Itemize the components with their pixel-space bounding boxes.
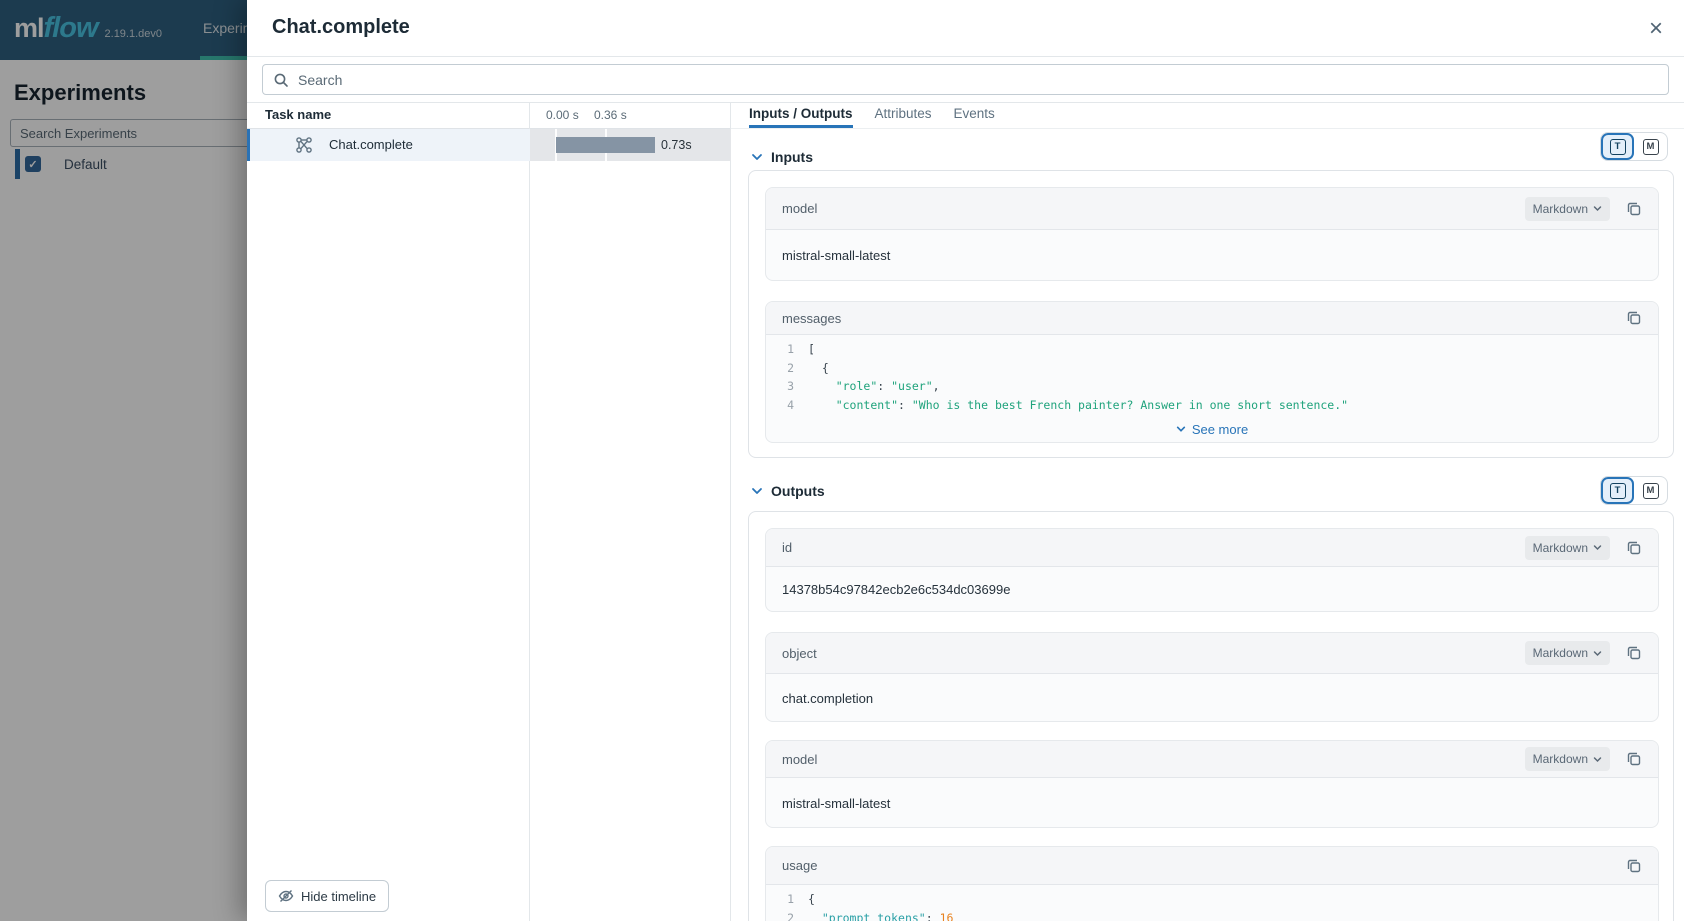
output-field-object: object Markdown chat.completion xyxy=(765,632,1659,722)
hide-timeline-button[interactable]: Hide timeline xyxy=(265,880,389,912)
close-icon[interactable]: × xyxy=(1640,13,1672,45)
task-list-panel: Task name Chat.complete Hide timeline xyxy=(247,103,530,921)
inputs-group: model Markdown mistral-small-latest mess… xyxy=(748,170,1674,458)
renderer-dropdown[interactable]: Markdown xyxy=(1525,641,1610,665)
copy-icon[interactable] xyxy=(1626,201,1642,217)
code-line: 2 "prompt_tokens": 16 xyxy=(766,909,1658,921)
input-field-messages: messages 1[2 {3 "role": "user",4 "conten… xyxy=(765,301,1659,443)
modal-search-box[interactable] xyxy=(262,64,1669,95)
field-label: object xyxy=(782,646,1525,661)
modal-search-row xyxy=(247,57,1684,103)
field-label: model xyxy=(782,752,1525,767)
copy-icon[interactable] xyxy=(1626,645,1642,661)
code-line: 4 "content": "Who is the best French pai… xyxy=(766,396,1658,415)
field-header: id Markdown xyxy=(766,529,1658,567)
search-icon xyxy=(273,72,289,88)
chevron-down-icon xyxy=(1593,204,1602,213)
renderer-dropdown-label: Markdown xyxy=(1533,646,1588,660)
code-line: 3 "role": "user", xyxy=(766,377,1658,396)
tab-attributes[interactable]: Attributes xyxy=(875,103,932,128)
outputs-section-heading: Outputs xyxy=(731,476,1331,506)
field-header: usage xyxy=(766,847,1658,885)
markdown-mode-icon[interactable]: M xyxy=(1634,133,1667,160)
see-more-link[interactable]: See more xyxy=(766,416,1658,442)
field-header: model Markdown xyxy=(766,188,1658,230)
field-value: mistral-small-latest xyxy=(766,778,1658,828)
timeline-panel: 0.00 s 0.36 s 0.73s xyxy=(530,103,731,921)
field-label: messages xyxy=(782,311,1610,326)
chevron-down-icon xyxy=(1176,424,1186,434)
field-header: messages xyxy=(766,302,1658,335)
copy-icon[interactable] xyxy=(1626,858,1642,874)
output-field-usage: usage 1{2 "prompt_tokens": 16 xyxy=(765,846,1659,921)
trace-graph-icon xyxy=(295,136,313,154)
eye-slash-icon xyxy=(278,888,294,904)
output-field-id: id Markdown 14378b54c97842ecb2e6c534dc03… xyxy=(765,528,1659,612)
input-field-model: model Markdown mistral-small-latest xyxy=(765,187,1659,281)
inputs-render-mode-toggle: T M xyxy=(1600,132,1668,161)
inputs-section-heading: Inputs xyxy=(731,142,1331,172)
details-content: Inputs T M model Markdown xyxy=(731,129,1684,921)
span-duration-label: 0.73s xyxy=(661,129,692,161)
task-name-column-header: Task name xyxy=(247,103,529,127)
field-value: chat.completion xyxy=(766,674,1658,722)
span-duration-bar[interactable] xyxy=(556,137,655,153)
field-value: mistral-small-latest xyxy=(766,230,1658,281)
messages-code-block: 1[2 {3 "role": "user",4 "content": "Who … xyxy=(766,335,1658,416)
chevron-down-icon[interactable] xyxy=(751,151,763,163)
tab-inputs-outputs[interactable]: Inputs / Outputs xyxy=(749,103,853,128)
modal-title: Chat.complete xyxy=(272,16,410,39)
task-row-label: Chat.complete xyxy=(329,129,413,161)
code-line: 1[ xyxy=(766,340,1658,359)
task-row-chat-complete[interactable]: Chat.complete xyxy=(247,129,530,161)
field-label: id xyxy=(782,540,1525,555)
code-line: 2 { xyxy=(766,359,1658,378)
chevron-down-icon xyxy=(1593,543,1602,552)
renderer-dropdown[interactable]: Markdown xyxy=(1525,747,1610,771)
copy-icon[interactable] xyxy=(1626,310,1642,326)
see-more-label: See more xyxy=(1192,422,1248,437)
trace-detail-modal: Chat.complete × Task name Chat.complete xyxy=(247,0,1684,921)
inputs-section-title: Inputs xyxy=(771,149,813,165)
span-details-panel: Inputs / Outputs Attributes Events Input… xyxy=(731,103,1684,921)
field-label: model xyxy=(782,201,1525,216)
field-label: usage xyxy=(782,858,1610,873)
output-field-model: model Markdown mistral-small-latest xyxy=(765,740,1659,828)
chevron-down-icon[interactable] xyxy=(751,485,763,497)
chevron-down-icon xyxy=(1593,649,1602,658)
active-tab-underline xyxy=(749,125,853,128)
renderer-dropdown-label: Markdown xyxy=(1533,202,1588,216)
tab-events[interactable]: Events xyxy=(954,103,995,128)
field-value: 14378b54c97842ecb2e6c534dc03699e xyxy=(766,567,1658,612)
markdown-mode-icon[interactable]: M xyxy=(1634,477,1667,504)
timeline-tick-1: 0.36 s xyxy=(594,108,627,122)
renderer-dropdown-label: Markdown xyxy=(1533,541,1588,555)
renderer-dropdown-label: Markdown xyxy=(1533,752,1588,766)
usage-code-block: 1{2 "prompt_tokens": 16 xyxy=(766,885,1658,921)
outputs-group: id Markdown 14378b54c97842ecb2e6c534dc03… xyxy=(748,511,1674,921)
task-list-header: Task name xyxy=(247,103,529,129)
timeline-row: 0.73s xyxy=(530,129,731,161)
modal-search-input[interactable] xyxy=(298,72,1658,88)
details-tab-bar: Inputs / Outputs Attributes Events xyxy=(731,103,1684,129)
chevron-down-icon xyxy=(1593,755,1602,764)
hide-timeline-label: Hide timeline xyxy=(301,889,376,904)
field-header: object Markdown xyxy=(766,633,1658,674)
tab-inputs-outputs-label: Inputs / Outputs xyxy=(749,106,853,121)
timeline-header: 0.00 s 0.36 s xyxy=(530,103,730,129)
selected-task-indicator xyxy=(247,129,250,161)
copy-icon[interactable] xyxy=(1626,540,1642,556)
outputs-render-mode-toggle: T M xyxy=(1600,476,1668,505)
renderer-dropdown[interactable]: Markdown xyxy=(1525,197,1610,221)
text-mode-icon[interactable]: T xyxy=(1601,477,1634,504)
modal-header: Chat.complete × xyxy=(247,0,1684,57)
timeline-tick-0: 0.00 s xyxy=(546,108,579,122)
outputs-section-title: Outputs xyxy=(771,483,825,499)
text-mode-icon[interactable]: T xyxy=(1601,133,1634,160)
renderer-dropdown[interactable]: Markdown xyxy=(1525,536,1610,560)
field-header: model Markdown xyxy=(766,741,1658,778)
code-line: 1{ xyxy=(766,890,1658,909)
copy-icon[interactable] xyxy=(1626,751,1642,767)
